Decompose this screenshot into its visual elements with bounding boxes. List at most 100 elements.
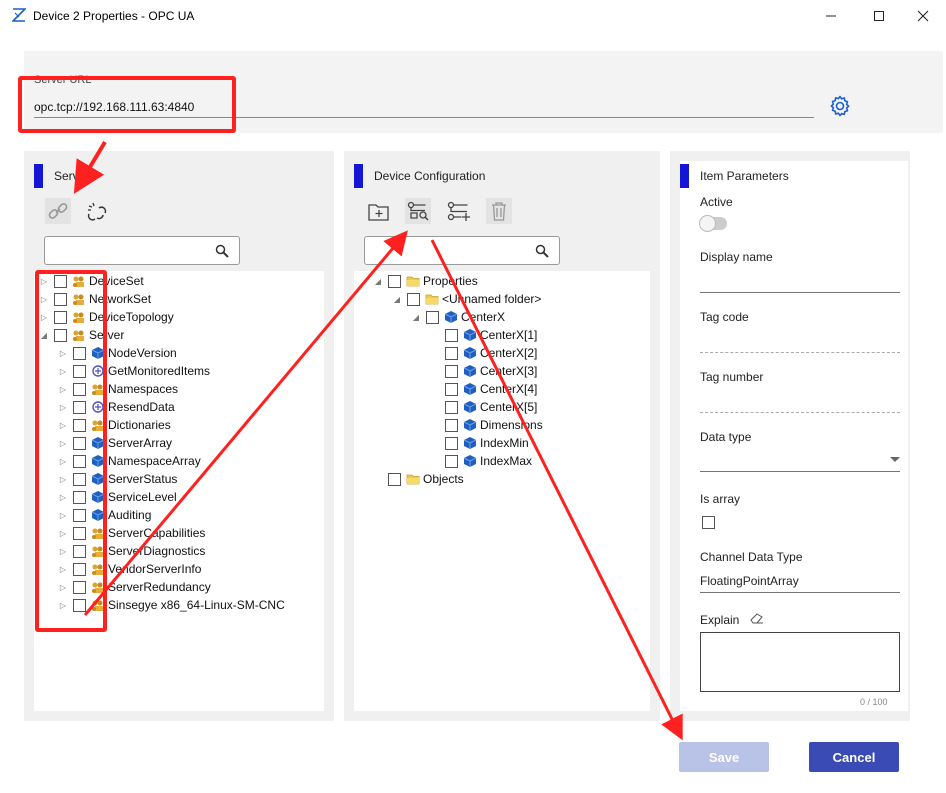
tree-item-checkbox[interactable] <box>73 490 86 504</box>
tree-item-checkbox[interactable] <box>426 310 439 324</box>
tree-item-checkbox[interactable] <box>73 436 86 450</box>
delete-button[interactable] <box>486 198 512 224</box>
tree-item-checkbox[interactable] <box>73 562 86 576</box>
expand-arrow-icon[interactable]: ▷ <box>58 511 68 520</box>
channel-data-type-value[interactable]: FloatingPointArray <box>700 574 799 588</box>
display-name-field[interactable] <box>700 292 900 293</box>
tree-item-serverdiagnostics[interactable]: ▷ ServerDiagnostics <box>58 542 205 560</box>
tree-item-checkbox[interactable] <box>445 382 458 396</box>
tree-item-checkbox[interactable] <box>54 274 67 288</box>
tag-code-field[interactable] <box>700 352 900 353</box>
cancel-button[interactable]: Cancel <box>809 742 899 772</box>
expand-arrow-icon[interactable]: ▷ <box>58 385 68 394</box>
minimize-button[interactable] <box>808 0 854 32</box>
tree-item-namespacearray[interactable]: ▷ NamespaceArray <box>58 452 201 470</box>
tree-item-checkbox[interactable] <box>388 472 401 486</box>
tree-item-checkbox[interactable] <box>73 418 86 432</box>
tree-item-objects[interactable]: Objects <box>373 470 464 488</box>
tree-item-centerx-5[interactable]: CenterX[5] <box>430 398 537 416</box>
expand-arrow-icon[interactable]: ▷ <box>39 277 49 286</box>
tree-item-checkbox[interactable] <box>73 598 86 612</box>
device-config-search-input[interactable] <box>364 236 560 265</box>
eraser-icon[interactable] <box>749 612 765 624</box>
tree-item-dimensions[interactable]: Dimensions <box>430 416 543 434</box>
expand-arrow-icon[interactable]: ▷ <box>58 349 68 358</box>
tree-item-checkbox[interactable] <box>407 292 420 306</box>
tree-item-checkbox[interactable] <box>445 400 458 414</box>
tree-item-sinsegye-x86-64-linux-sm-cnc[interactable]: ▷ Sinsegye x86_64-Linux-SM-CNC <box>58 596 285 614</box>
data-type-select[interactable] <box>700 471 900 472</box>
tree-item-indexmin[interactable]: IndexMin <box>430 434 529 452</box>
server-search-input[interactable] <box>44 236 240 265</box>
active-toggle[interactable] <box>699 215 727 232</box>
connect-button[interactable] <box>45 198 71 224</box>
expand-arrow-icon[interactable]: ▷ <box>58 529 68 538</box>
tree-item-getmonitoreditems[interactable]: ▷ GetMonitoredItems <box>58 362 210 380</box>
tree-item-serverredundancy[interactable]: ▷ ServerRedundancy <box>58 578 211 596</box>
tree-item-centerx-2[interactable]: CenterX[2] <box>430 344 537 362</box>
tree-item-checkbox[interactable] <box>73 526 86 540</box>
add-folder-button[interactable] <box>366 198 392 224</box>
tree-item-checkbox[interactable] <box>445 328 458 342</box>
tree-item-checkbox[interactable] <box>54 328 67 342</box>
tree-item-properties[interactable]: ◢ Properties <box>373 272 478 290</box>
tree-item-nodeversion[interactable]: ▷ NodeVersion <box>58 344 177 362</box>
tree-item-checkbox[interactable] <box>445 364 458 378</box>
tree-item-devicetopology[interactable]: ▷ DeviceTopology <box>39 308 174 326</box>
tree-item-checkbox[interactable] <box>73 580 86 594</box>
tree-item-servercapabilities[interactable]: ▷ ServerCapabilities <box>58 524 205 542</box>
tree-item-checkbox[interactable] <box>445 454 458 468</box>
expand-arrow-icon[interactable]: ▷ <box>58 439 68 448</box>
tree-item-checkbox[interactable] <box>73 364 86 378</box>
maximize-button[interactable] <box>856 0 902 32</box>
tree-item-resenddata[interactable]: ▷ ResendData <box>58 398 175 416</box>
expand-arrow-icon[interactable]: ▷ <box>39 295 49 304</box>
tree-item-checkbox[interactable] <box>73 346 86 360</box>
tree-item-checkbox[interactable] <box>445 418 458 432</box>
expand-arrow-icon[interactable]: ▷ <box>39 313 49 322</box>
tree-item-centerx-1[interactable]: CenterX[1] <box>430 326 537 344</box>
expand-arrow-icon[interactable]: ▷ <box>58 421 68 430</box>
tree-item-dictionaries[interactable]: ▷ Dictionaries <box>58 416 171 434</box>
tree-item-checkbox[interactable] <box>445 436 458 450</box>
tree-item-checkbox[interactable] <box>73 544 86 558</box>
chevron-down-icon[interactable] <box>890 457 900 463</box>
tree-item-checkbox[interactable] <box>73 472 86 486</box>
gear-icon[interactable] <box>828 94 852 118</box>
server-url-input[interactable] <box>34 96 814 118</box>
tree-item-deviceset[interactable]: ▷ DeviceSet <box>39 272 144 290</box>
tree-item-checkbox[interactable] <box>388 274 401 288</box>
tree-item-servicelevel[interactable]: ▷ ServiceLevel <box>58 488 177 506</box>
tree-item-auditing[interactable]: ▷ Auditing <box>58 506 151 524</box>
is-array-checkbox[interactable] <box>702 516 715 529</box>
tree-item-server[interactable]: ◢ Server <box>39 326 124 344</box>
map-tag-button[interactable] <box>405 198 431 224</box>
expand-arrow-icon[interactable]: ▷ <box>58 367 68 376</box>
tree-item-checkbox[interactable] <box>73 508 86 522</box>
tree-item-centerx-3[interactable]: CenterX[3] <box>430 362 537 380</box>
tree-item-serverarray[interactable]: ▷ ServerArray <box>58 434 172 452</box>
tree-item-checkbox[interactable] <box>73 400 86 414</box>
tree-item-namespaces[interactable]: ▷ Namespaces <box>58 380 178 398</box>
tree-item-serverstatus[interactable]: ▷ ServerStatus <box>58 470 177 488</box>
tree-item-checkbox[interactable] <box>54 292 67 306</box>
expand-arrow-icon[interactable]: ▷ <box>58 547 68 556</box>
tree-item-indexmax[interactable]: IndexMax <box>430 452 532 470</box>
save-button[interactable]: Save <box>679 742 769 772</box>
add-tag-button[interactable] <box>446 198 472 224</box>
disconnect-button[interactable] <box>84 198 110 224</box>
expand-arrow-icon[interactable]: ▷ <box>58 565 68 574</box>
close-button[interactable] <box>900 0 946 32</box>
tree-item-centerx[interactable]: ◢ CenterX <box>411 308 505 326</box>
collapse-arrow-icon[interactable]: ◢ <box>39 331 49 340</box>
tree-item-checkbox[interactable] <box>73 382 86 396</box>
tree-item-networkset[interactable]: ▷ NetworkSet <box>39 290 151 308</box>
expand-arrow-icon[interactable]: ▷ <box>58 493 68 502</box>
collapse-arrow-icon[interactable]: ◢ <box>411 313 421 322</box>
tree-item-unnamed-folder[interactable]: ◢ <Unnamed folder> <box>392 290 541 308</box>
tree-item-vendorserverinfo[interactable]: ▷ VendorServerInfo <box>58 560 201 578</box>
explain-textarea[interactable] <box>700 632 900 692</box>
expand-arrow-icon[interactable]: ▷ <box>58 583 68 592</box>
collapse-arrow-icon[interactable]: ◢ <box>392 295 402 304</box>
tag-number-field[interactable] <box>700 412 900 413</box>
